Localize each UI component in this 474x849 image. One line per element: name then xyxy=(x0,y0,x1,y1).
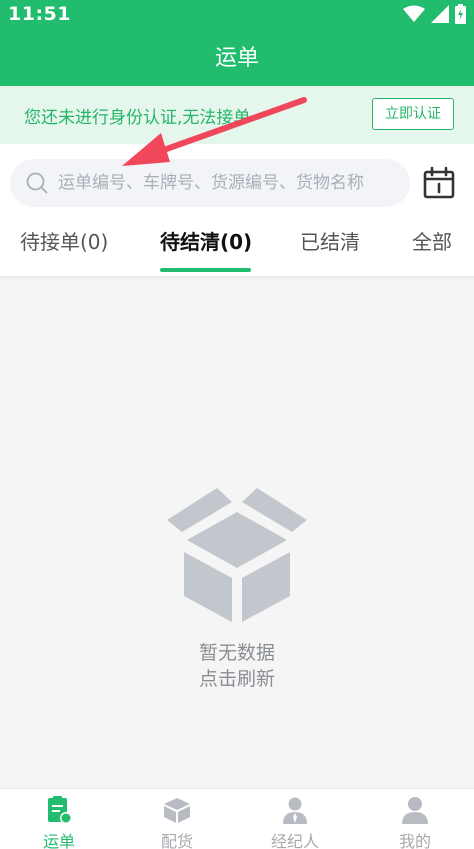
broker-icon xyxy=(283,797,307,824)
nav-profile[interactable]: 我的 xyxy=(356,793,474,849)
nav-broker[interactable]: 经纪人 xyxy=(236,793,354,849)
annotation-arrow xyxy=(122,97,307,166)
nav-dispatch-label: 配货 xyxy=(160,832,193,849)
profile-icon xyxy=(402,797,428,824)
nav-waybill-label: 运单 xyxy=(42,832,75,849)
waybill-icon xyxy=(48,796,72,824)
box-icon xyxy=(164,798,190,823)
nav-dispatch[interactable]: 配货 xyxy=(118,793,236,849)
bottom-nav: 运单 配货 经纪人 我的 xyxy=(0,788,474,849)
nav-broker-label: 经纪人 xyxy=(270,832,319,849)
nav-profile-label: 我的 xyxy=(398,832,431,849)
nav-waybill[interactable]: 运单 xyxy=(0,793,118,849)
app-screen: 11:51 运单 您还未进行身份认证,无法接单 立即认证 运单编号、车牌号、货源… xyxy=(0,0,474,849)
